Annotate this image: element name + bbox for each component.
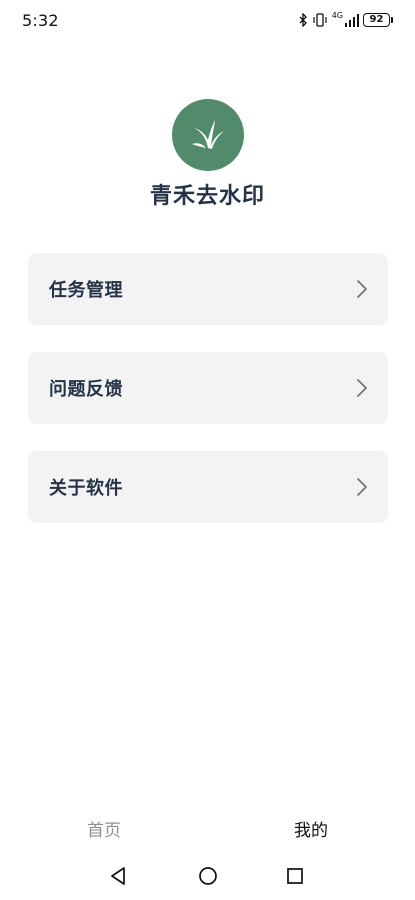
- network-type-label: 4G: [331, 10, 343, 20]
- chevron-right-icon: [357, 280, 367, 298]
- system-navigation-bar: [0, 858, 415, 900]
- chevron-right-icon: [357, 478, 367, 496]
- battery-level: 92: [363, 13, 390, 27]
- menu-item-about[interactable]: 关于软件: [28, 451, 388, 523]
- status-icons: 4G 92: [299, 11, 393, 29]
- vibrate-icon: [313, 13, 327, 27]
- recents-icon[interactable]: [286, 866, 304, 886]
- status-time: 5:32: [22, 11, 59, 30]
- tab-mine[interactable]: 我的: [294, 816, 328, 841]
- menu-item-label: 关于软件: [49, 478, 123, 499]
- signal-icon: [345, 13, 359, 27]
- back-icon[interactable]: [109, 866, 127, 886]
- battery-icon: 92: [363, 13, 393, 27]
- profile-screen: 5:32 4G 92 青禾去水印 任务管理 问题反馈 关于软件 首页 我的: [0, 0, 415, 900]
- grass-sprout-icon: [192, 120, 224, 149]
- menu-item-task-management[interactable]: 任务管理: [28, 253, 388, 325]
- home-icon[interactable]: [198, 866, 218, 886]
- bottom-tab-bar: 首页 我的: [0, 808, 415, 848]
- tab-home[interactable]: 首页: [87, 816, 121, 841]
- app-name: 青禾去水印: [149, 184, 265, 209]
- app-logo: [172, 99, 244, 171]
- status-bar: 5:32 4G 92: [0, 0, 415, 40]
- chevron-right-icon: [357, 379, 367, 397]
- menu-item-label: 任务管理: [49, 280, 123, 301]
- menu-item-feedback[interactable]: 问题反馈: [28, 352, 388, 424]
- menu-item-label: 问题反馈: [49, 379, 123, 400]
- bluetooth-icon: [299, 13, 307, 27]
